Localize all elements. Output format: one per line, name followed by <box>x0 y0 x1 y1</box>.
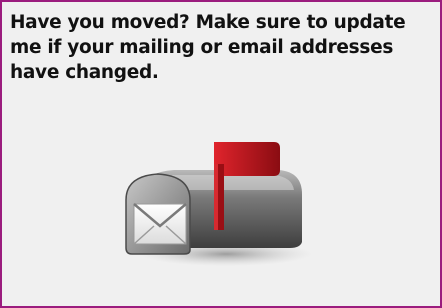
move-notice-card: Have you moved? Make sure to update me i… <box>0 0 442 308</box>
update-address-message: Have you moved? Make sure to update me i… <box>10 12 406 83</box>
envelope-icon <box>133 203 187 245</box>
mailbox-icon <box>125 142 312 266</box>
